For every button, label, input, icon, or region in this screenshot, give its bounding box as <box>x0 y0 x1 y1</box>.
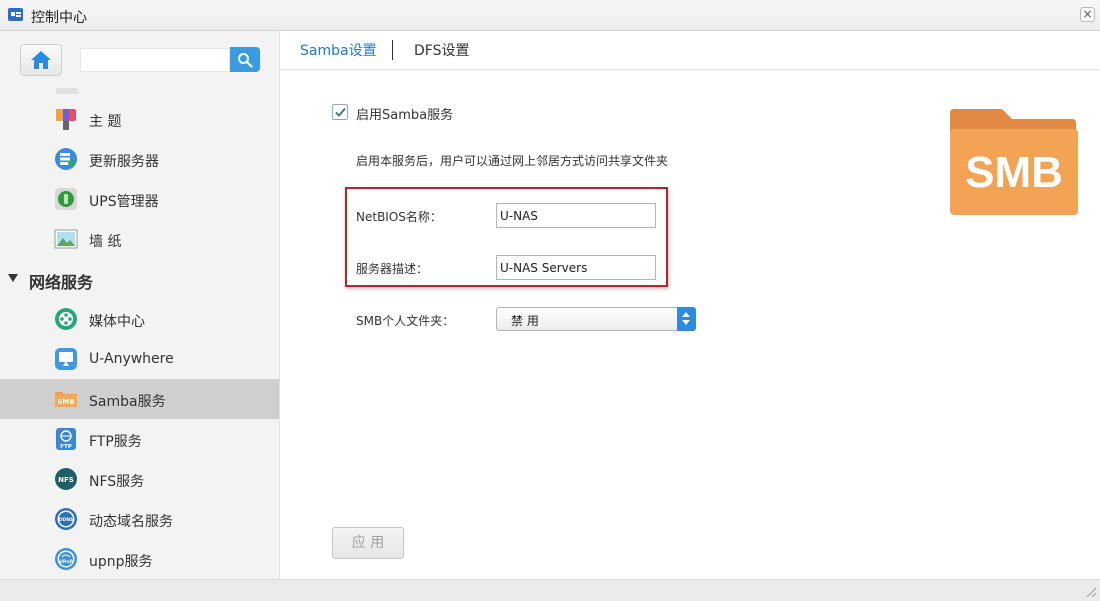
svg-text:DDNS: DDNS <box>59 517 73 523</box>
media-center-icon <box>55 308 77 330</box>
status-bar <box>280 579 1100 601</box>
samba-icon: SMB <box>55 392 77 407</box>
sidebar-item-samba[interactable]: SMB Samba服务 <box>0 379 279 419</box>
sidebar-item-label: 墙 纸 <box>89 234 122 250</box>
svg-text:SMB: SMB <box>965 148 1063 197</box>
sidebar-item-wallpaper[interactable]: 墙 纸 <box>0 219 279 259</box>
scrolled-item-fragment <box>56 88 78 94</box>
sidebar-item-label: FTP服务 <box>89 434 142 450</box>
update-server-icon <box>55 148 77 170</box>
ups-icon <box>55 188 77 210</box>
home-button[interactable] <box>20 44 62 76</box>
select-value: 禁 用 <box>511 314 539 328</box>
resize-grip-icon[interactable] <box>1086 587 1096 597</box>
sidebar-item-label: UPS管理器 <box>89 194 159 210</box>
u-anywhere-icon <box>55 348 77 370</box>
sidebar-item-ups[interactable]: UPS管理器 <box>0 179 279 219</box>
control-center-icon <box>8 8 23 21</box>
smb-home-folder-select[interactable]: 禁 用 <box>496 307 696 331</box>
nfs-icon: NFS <box>55 468 77 490</box>
tab-samba-settings[interactable]: Samba设置 <box>300 40 377 60</box>
tab-dfs-settings[interactable]: DFS设置 <box>414 40 469 60</box>
sidebar-item-nfs[interactable]: NFS NFS服务 <box>0 459 279 499</box>
svg-text:SMB: SMB <box>57 398 74 406</box>
wallpaper-icon <box>54 229 78 249</box>
smb-home-folder-label: SMB个人文件夹： <box>356 314 455 328</box>
home-icon <box>31 51 51 69</box>
tab-divider <box>392 40 393 60</box>
sidebar-item-label: NFS服务 <box>89 474 145 490</box>
apply-button[interactable]: 应 用 <box>332 527 404 559</box>
sidebar-item-upnp[interactable]: UPnP upnp服务 <box>0 539 279 579</box>
search-input[interactable] <box>80 48 230 72</box>
section-label: 网络服务 <box>29 273 94 292</box>
enable-samba-checkbox[interactable] <box>332 104 348 120</box>
theme-icon <box>56 109 76 130</box>
sidebar-item-label: 主 题 <box>89 114 122 130</box>
sidebar-item-label: 动态域名服务 <box>89 514 173 530</box>
smb-folder-icon: SMB <box>950 109 1078 215</box>
sidebar-item-label: 媒体中心 <box>89 314 145 330</box>
svg-text:NFS: NFS <box>58 476 74 484</box>
sidebar-item-ddns[interactable]: DDNS 动态域名服务 <box>0 499 279 539</box>
sidebar-item-label: upnp服务 <box>89 554 153 570</box>
svg-text:FTP: FTP <box>60 444 72 450</box>
title-bar: 控制中心 × <box>0 0 1100 31</box>
service-description: 启用本服务后，用户可以通过网上邻居方式访问共享文件夹 <box>356 154 669 168</box>
tab-bar: Samba设置 DFS设置 <box>280 31 1100 70</box>
sidebar-item-label: 更新服务器 <box>89 154 159 170</box>
expand-arrow-icon <box>8 274 18 282</box>
sidebar-item-theme[interactable]: 主 题 <box>0 99 279 139</box>
checkmark-icon <box>335 107 346 117</box>
sidebar-item-media-center[interactable]: 媒体中心 <box>0 299 279 339</box>
sidebar-footer <box>0 579 280 601</box>
select-arrows-icon <box>677 307 696 331</box>
search-button[interactable] <box>230 47 260 72</box>
sidebar-item-ftp[interactable]: FTP FTP服务 <box>0 419 279 459</box>
sidebar: 主 题 更新服务器 UPS管理器 墙 纸 网络服务 媒体中心 U-Anywher… <box>0 31 280 579</box>
search-icon <box>238 53 253 68</box>
server-description-label: 服务器描述： <box>356 262 429 276</box>
svg-text:UPnP: UPnP <box>59 559 73 565</box>
netbios-name-input[interactable] <box>496 203 656 228</box>
sidebar-item-update-server[interactable]: 更新服务器 <box>0 139 279 179</box>
section-network-services[interactable]: 网络服务 <box>0 264 279 294</box>
ddns-icon: DDNS <box>55 508 77 530</box>
sidebar-item-label: U-Anywhere <box>89 351 174 367</box>
ftp-icon: FTP <box>56 428 76 450</box>
window-title: 控制中心 <box>31 10 87 26</box>
sidebar-item-label: Samba服务 <box>89 394 166 410</box>
upnp-icon: UPnP <box>55 548 77 570</box>
sidebar-item-u-anywhere[interactable]: U-Anywhere <box>0 339 279 379</box>
server-description-input[interactable] <box>496 255 656 280</box>
close-icon[interactable]: × <box>1080 7 1095 22</box>
enable-samba-label[interactable]: 启用Samba服务 <box>356 104 453 123</box>
netbios-label: NetBIOS名称： <box>356 210 442 224</box>
